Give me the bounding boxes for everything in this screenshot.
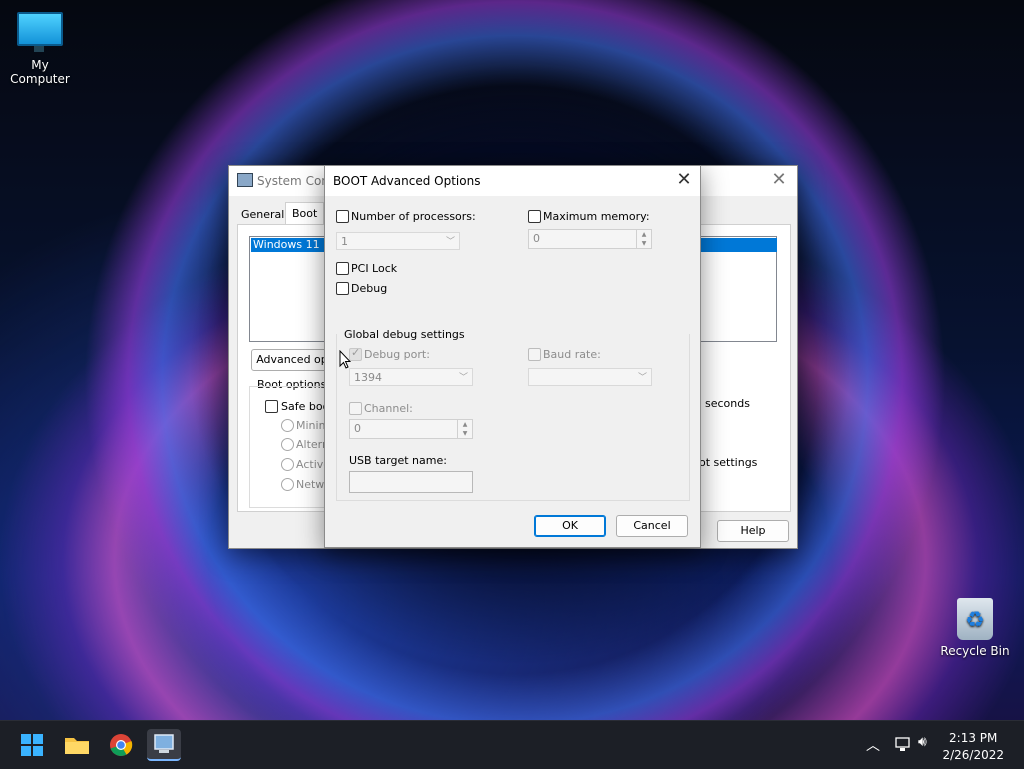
select-value: 1394 bbox=[354, 371, 382, 384]
time: 2:13 PM bbox=[949, 731, 998, 745]
taskbar: ︿ 🔊︎ 2:13 PM 2/26/2022 bbox=[0, 720, 1024, 769]
cancel-button[interactable]: Cancel bbox=[616, 515, 688, 537]
number-of-processors-select[interactable]: 1 ﹀ bbox=[336, 232, 460, 250]
number-of-processors-label: Number of processors: bbox=[351, 210, 476, 223]
mouse-cursor-icon bbox=[339, 350, 351, 369]
advanced-options-button[interactable]: Advanced op bbox=[251, 349, 333, 371]
help-button[interactable]: Help bbox=[717, 520, 789, 542]
file-explorer-button[interactable] bbox=[60, 729, 94, 761]
boot-advanced-options-dialog: BOOT Advanced Options ✕ Number of proces… bbox=[324, 165, 701, 548]
chevron-down-icon: ﹀ bbox=[637, 373, 647, 383]
pci-lock-checkbox[interactable] bbox=[336, 262, 349, 275]
select-value: 1 bbox=[341, 235, 348, 248]
recycle-bin-icon: ♻ bbox=[957, 598, 993, 640]
radio-active-directory[interactable] bbox=[281, 458, 294, 471]
chevron-down-icon: ﹀ bbox=[445, 237, 455, 247]
tab-general[interactable]: General bbox=[237, 206, 288, 224]
window-title: System Conf bbox=[257, 174, 334, 188]
clock[interactable]: 2:13 PM 2/26/2022 bbox=[942, 730, 1004, 764]
debug-label: Debug bbox=[351, 282, 388, 295]
baud-rate-label: Baud rate: bbox=[543, 348, 601, 361]
chrome-icon bbox=[110, 734, 133, 756]
boot-settings-label: ot settings bbox=[699, 456, 758, 469]
desktop-icon-recycle-bin[interactable]: ♻ Recycle Bin bbox=[935, 598, 1015, 658]
safe-boot-label: Safe boo bbox=[281, 400, 330, 413]
maximum-memory-checkbox[interactable] bbox=[528, 210, 541, 223]
debug-port-select[interactable]: 1394 ﹀ bbox=[349, 368, 473, 386]
debug-port-label: Debug port: bbox=[364, 348, 430, 361]
msconfig-icon bbox=[237, 173, 253, 187]
channel-checkbox[interactable] bbox=[349, 402, 362, 415]
dialog-title: BOOT Advanced Options bbox=[333, 174, 481, 188]
spinner-arrows-icon[interactable]: ▲ ▼ bbox=[636, 230, 651, 248]
network-icon[interactable] bbox=[893, 737, 911, 753]
folder-icon bbox=[65, 738, 89, 754]
start-button[interactable] bbox=[15, 729, 49, 761]
desktop-icon-label: My Computer bbox=[10, 58, 70, 86]
number-of-processors-checkbox[interactable] bbox=[336, 210, 349, 223]
usb-target-name-label: USB target name: bbox=[349, 454, 447, 467]
channel-label: Channel: bbox=[364, 402, 413, 415]
safe-boot-checkbox[interactable] bbox=[265, 400, 278, 413]
ok-button[interactable]: OK bbox=[534, 515, 606, 537]
chrome-button[interactable] bbox=[104, 729, 138, 761]
tab-boot[interactable]: Boot bbox=[285, 202, 325, 225]
baud-rate-select[interactable]: ﹀ bbox=[528, 368, 652, 386]
usb-target-name-input[interactable] bbox=[349, 471, 473, 493]
close-icon[interactable]: ✕ bbox=[767, 170, 791, 192]
radio-network[interactable] bbox=[281, 478, 294, 491]
spinner-value: 0 bbox=[533, 232, 540, 245]
pci-lock-label: PCI Lock bbox=[351, 262, 398, 275]
desktop-icon-label: Recycle Bin bbox=[940, 644, 1010, 658]
timeout-seconds-label: seconds bbox=[705, 397, 750, 410]
channel-spinner[interactable]: 0 ▲ ▼ bbox=[349, 419, 473, 439]
radio-alternate[interactable] bbox=[281, 438, 294, 451]
chevron-up-icon[interactable]: ︿ bbox=[866, 735, 880, 755]
spinner-value: 0 bbox=[354, 422, 361, 435]
close-icon[interactable]: ✕ bbox=[672, 170, 696, 192]
volume-icon[interactable]: 🔊︎ bbox=[918, 734, 927, 750]
date: 2/26/2022 bbox=[942, 748, 1004, 762]
maximum-memory-label: Maximum memory: bbox=[543, 210, 650, 223]
chevron-down-icon: ﹀ bbox=[458, 373, 468, 383]
debug-checkbox[interactable] bbox=[336, 282, 349, 295]
maximum-memory-spinner[interactable]: 0 ▲ ▼ bbox=[528, 229, 652, 249]
system-configuration-taskbar-button[interactable] bbox=[147, 729, 181, 761]
desktop-icon-my-computer[interactable]: My Computer bbox=[0, 12, 80, 86]
baud-rate-checkbox[interactable] bbox=[528, 348, 541, 361]
computer-icon bbox=[17, 12, 63, 52]
radio-minimal[interactable] bbox=[281, 419, 294, 432]
titlebar: BOOT Advanced Options ✕ bbox=[325, 166, 700, 196]
spinner-arrows-icon[interactable]: ▲ ▼ bbox=[457, 420, 472, 438]
msconfig-icon bbox=[154, 734, 174, 753]
windows-logo-icon bbox=[21, 734, 43, 756]
